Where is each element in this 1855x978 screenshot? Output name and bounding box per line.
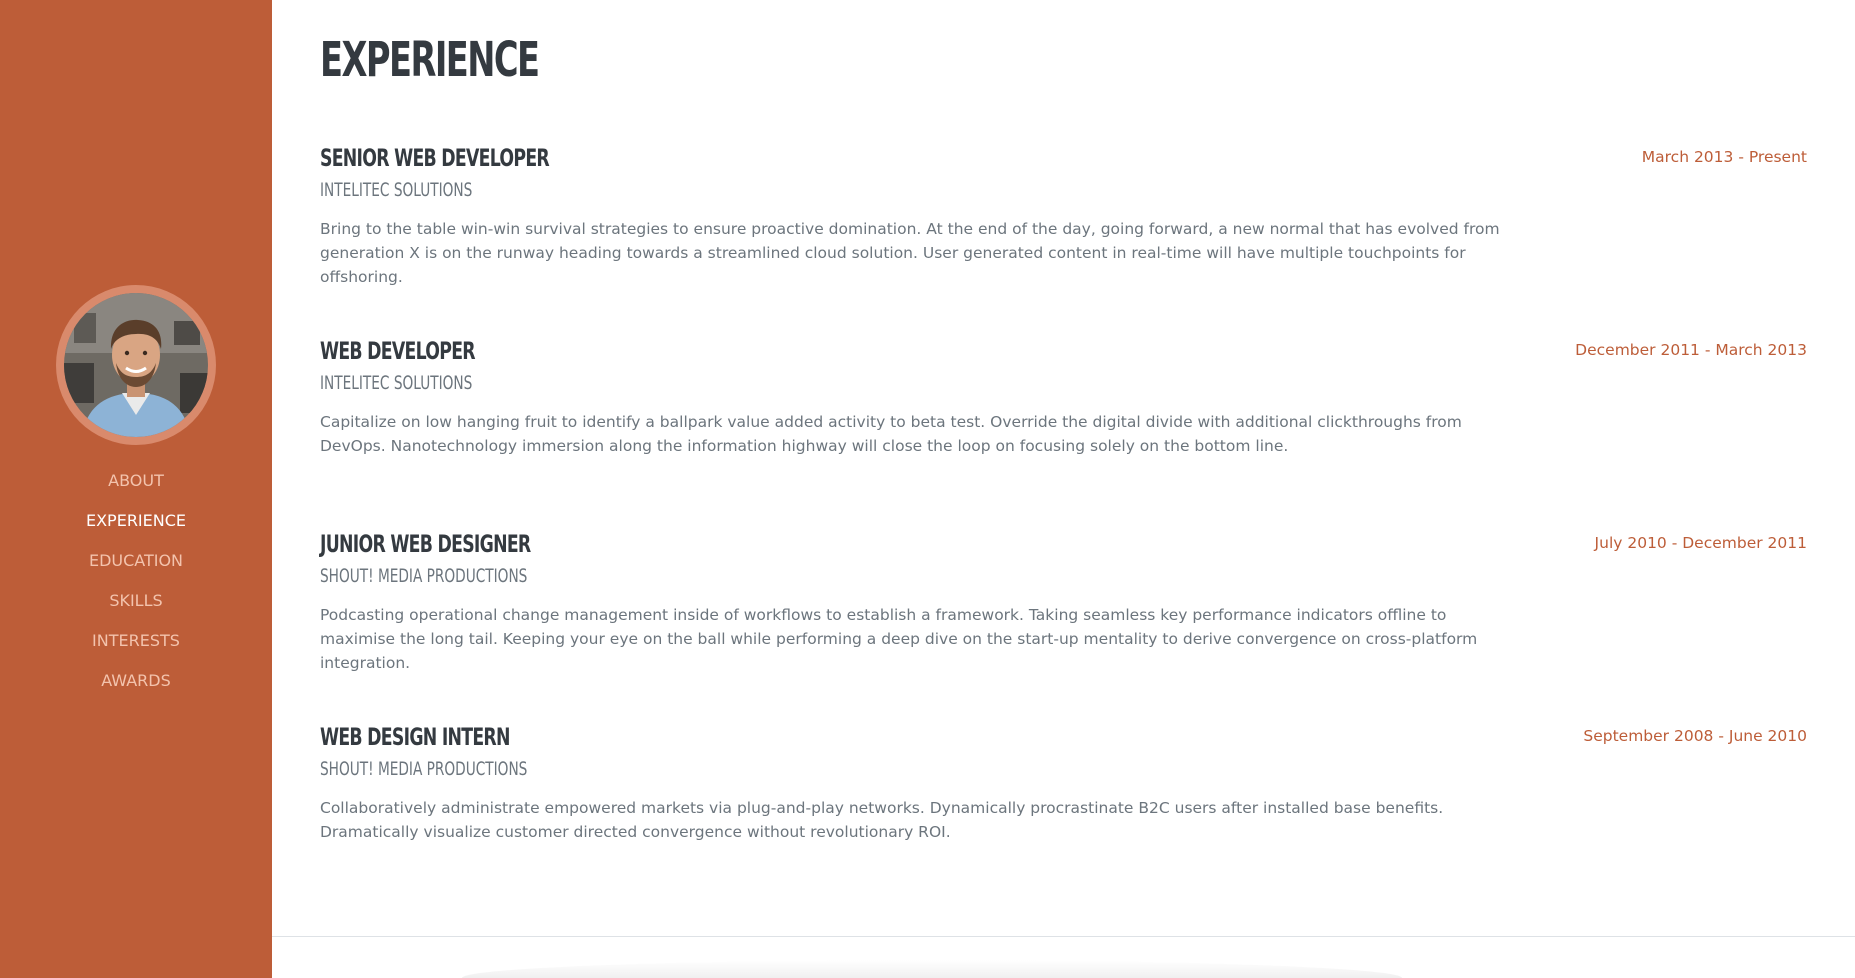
next-section-shadow bbox=[462, 960, 1402, 978]
job-description: Podcasting operational change management… bbox=[320, 606, 1478, 672]
avatar-frame bbox=[56, 285, 216, 445]
nav-item-awards[interactable]: AWARDS bbox=[0, 661, 272, 701]
avatar[interactable] bbox=[64, 293, 208, 437]
job-title: SENIOR WEB DEVELOPER bbox=[320, 144, 550, 172]
job-company: SHOUT! MEDIA PRODUCTIONS bbox=[320, 565, 528, 587]
sidebar-nav: ABOUT EXPERIENCE EDUCATION SKILLS INTERE… bbox=[0, 461, 272, 701]
job-title: JUNIOR WEB DESIGNER bbox=[320, 530, 531, 558]
main-content: EXPERIENCE SENIOR WEB DEVELOPER INTELITE… bbox=[272, 0, 1855, 978]
sidebar: ABOUT EXPERIENCE EDUCATION SKILLS INTERE… bbox=[0, 0, 272, 978]
job-company: SHOUT! MEDIA PRODUCTIONS bbox=[320, 758, 528, 780]
job-date: March 2013 - Present bbox=[1641, 148, 1807, 166]
job-description: Collaboratively administrate empowered m… bbox=[320, 799, 1444, 841]
section-heading: EXPERIENCE bbox=[320, 32, 540, 88]
job-date: July 2010 - December 2011 bbox=[1594, 534, 1807, 552]
job-description: Bring to the table win-win survival stra… bbox=[320, 220, 1500, 286]
nav-item-skills[interactable]: SKILLS bbox=[0, 581, 272, 621]
nav-item-education[interactable]: EDUCATION bbox=[0, 541, 272, 581]
job-description: Capitalize on low hanging fruit to ident… bbox=[320, 413, 1462, 455]
nav-item-interests[interactable]: INTERESTS bbox=[0, 621, 272, 661]
nav-item-about[interactable]: ABOUT bbox=[0, 461, 272, 501]
experience-item: JUNIOR WEB DESIGNER SHOUT! MEDIA PRODUCT… bbox=[320, 527, 1807, 677]
nav-item-experience[interactable]: EXPERIENCE bbox=[0, 501, 272, 541]
job-company: INTELITEC SOLUTIONS bbox=[320, 179, 473, 201]
experience-item: SENIOR WEB DEVELOPER INTELITEC SOLUTIONS… bbox=[320, 141, 1807, 291]
job-date: September 2008 - June 2010 bbox=[1583, 727, 1807, 745]
job-company: INTELITEC SOLUTIONS bbox=[320, 372, 473, 394]
job-title: WEB DEVELOPER bbox=[320, 337, 476, 365]
experience-item: WEB DEVELOPER INTELITEC SOLUTIONS Capita… bbox=[320, 334, 1807, 484]
experience-item: WEB DESIGN INTERN SHOUT! MEDIA PRODUCTIO… bbox=[320, 720, 1807, 870]
section-divider bbox=[272, 936, 1855, 937]
job-date: December 2011 - March 2013 bbox=[1575, 341, 1807, 359]
job-title: WEB DESIGN INTERN bbox=[320, 723, 510, 751]
